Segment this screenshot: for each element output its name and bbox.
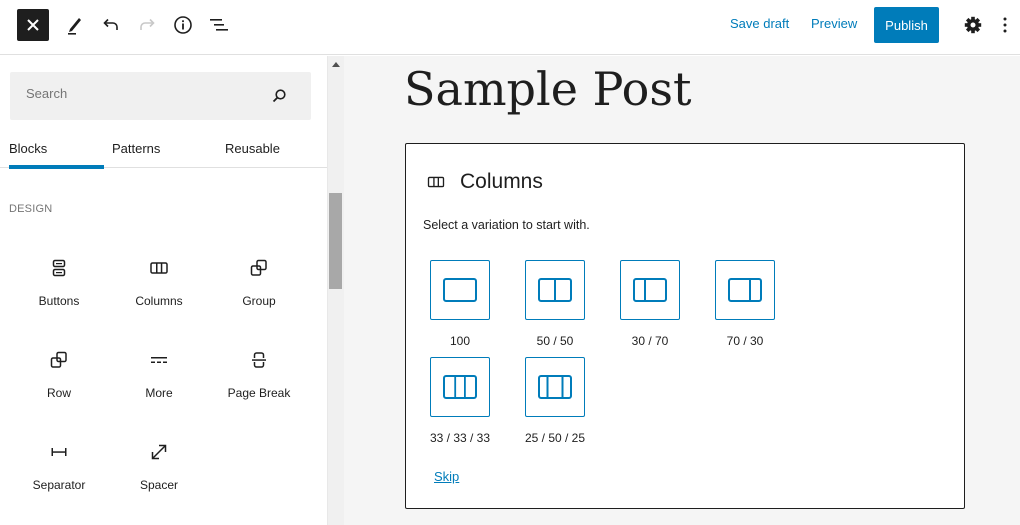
variation-label: 70 / 30: [726, 334, 764, 348]
variation-button[interactable]: [430, 357, 490, 417]
columns-placeholder: Columns Select a variation to start with…: [405, 143, 965, 509]
block-label: More: [145, 386, 173, 400]
search-icon[interactable]: [271, 88, 287, 104]
variation-label: 100: [449, 334, 471, 348]
block-label: Row: [46, 386, 71, 400]
more-vertical-icon: [1003, 17, 1007, 33]
block-item-group[interactable]: Group: [209, 252, 309, 332]
save-draft-button[interactable]: Save draft: [730, 16, 789, 31]
scroll-up-arrow-icon[interactable]: [332, 62, 340, 67]
tab-blocks[interactable]: Blocks: [9, 128, 104, 169]
list-view-icon: [210, 19, 228, 31]
close-icon: [27, 19, 39, 31]
block-label: Separator: [32, 478, 86, 492]
spacer-icon: [151, 444, 167, 460]
block-item-separator[interactable]: Separator: [9, 436, 109, 516]
publish-button[interactable]: Publish: [874, 7, 939, 43]
variation-30-70[interactable]: 30 / 70: [620, 260, 680, 348]
scrollbar-thumb[interactable]: [329, 193, 342, 289]
block-item-buttons[interactable]: Buttons: [9, 252, 109, 332]
inserter-tabs: Blocks Patterns Reusable: [0, 128, 327, 169]
redo-button[interactable]: [133, 11, 161, 39]
placeholder-header: Columns: [426, 170, 543, 194]
block-item-more[interactable]: More: [109, 344, 209, 424]
columns-icon: [427, 176, 445, 188]
two-columns-equal-icon: [538, 278, 572, 302]
separator-icon: [51, 448, 67, 456]
two-columns-narrow-wide-icon: [633, 278, 667, 302]
block-label: Buttons: [38, 294, 80, 308]
block-item-columns[interactable]: Columns: [109, 252, 209, 332]
group-icon: [250, 259, 267, 276]
variation-button[interactable]: [715, 260, 775, 320]
info-icon: [174, 16, 192, 34]
placeholder-instructions: Select a variation to start with.: [423, 218, 590, 232]
editor-header: Save draft Preview Publish: [0, 0, 1020, 55]
block-label: Spacer: [139, 478, 179, 492]
block-item-row[interactable]: Row: [9, 344, 109, 424]
variation-button[interactable]: [525, 357, 585, 417]
variation-button[interactable]: [620, 260, 680, 320]
variation-button[interactable]: [525, 260, 585, 320]
page-break-icon: [252, 352, 266, 368]
three-columns-equal-icon: [443, 375, 477, 399]
sidebar-scrollbar[interactable]: [327, 56, 344, 525]
list-view-button[interactable]: [205, 11, 233, 39]
variation-label: 33 / 33 / 33: [429, 431, 491, 445]
variation-70-30[interactable]: 70 / 30: [715, 260, 775, 348]
variation-25-50-25[interactable]: 25 / 50 / 25: [525, 357, 585, 445]
variation-label: 25 / 50 / 25: [524, 431, 586, 445]
variation-100[interactable]: 100: [430, 260, 490, 348]
undo-icon: [103, 18, 118, 30]
block-search: [10, 72, 311, 120]
variation-label: 50 / 50: [536, 334, 574, 348]
block-inserter-panel: Blocks Patterns Reusable DESIGN Buttons …: [0, 56, 327, 525]
post-title[interactable]: Sample Post: [404, 62, 691, 116]
variation-33-33-33[interactable]: 33 / 33 / 33: [430, 357, 490, 445]
one-column-icon: [443, 278, 477, 302]
undo-button[interactable]: [97, 11, 125, 39]
variation-button[interactable]: [430, 260, 490, 320]
category-title: DESIGN: [9, 203, 53, 215]
block-item-spacer[interactable]: Spacer: [109, 436, 209, 516]
options-button[interactable]: [995, 11, 1015, 39]
details-button[interactable]: [169, 11, 197, 39]
tools-button[interactable]: [61, 11, 89, 39]
two-columns-wide-narrow-icon: [728, 278, 762, 302]
more-icon: [151, 357, 167, 363]
close-inserter-button[interactable]: [17, 9, 49, 41]
tab-patterns[interactable]: Patterns: [112, 128, 160, 168]
row-icon: [50, 351, 67, 368]
block-search-input[interactable]: [26, 86, 256, 101]
variation-50-50[interactable]: 50 / 50: [525, 260, 585, 348]
placeholder-title: Columns: [460, 170, 543, 193]
settings-button[interactable]: [959, 11, 987, 39]
preview-button[interactable]: Preview: [811, 16, 857, 31]
skip-link[interactable]: Skip: [434, 469, 459, 484]
redo-icon: [140, 18, 155, 30]
block-item-page-break[interactable]: Page Break: [209, 344, 309, 424]
three-columns-wide-center-icon: [538, 375, 572, 399]
pencil-icon: [68, 18, 81, 35]
variation-label: 30 / 70: [631, 334, 669, 348]
tab-reusable[interactable]: Reusable: [225, 128, 280, 168]
editor-canvas: Sample Post Columns Select a variation t…: [344, 56, 1020, 525]
block-label: Columns: [135, 294, 183, 308]
buttons-icon: [52, 259, 66, 277]
columns-icon: [150, 262, 168, 274]
block-label: Page Break: [227, 386, 291, 400]
gear-icon: [964, 16, 982, 34]
block-label: Group: [242, 294, 276, 308]
